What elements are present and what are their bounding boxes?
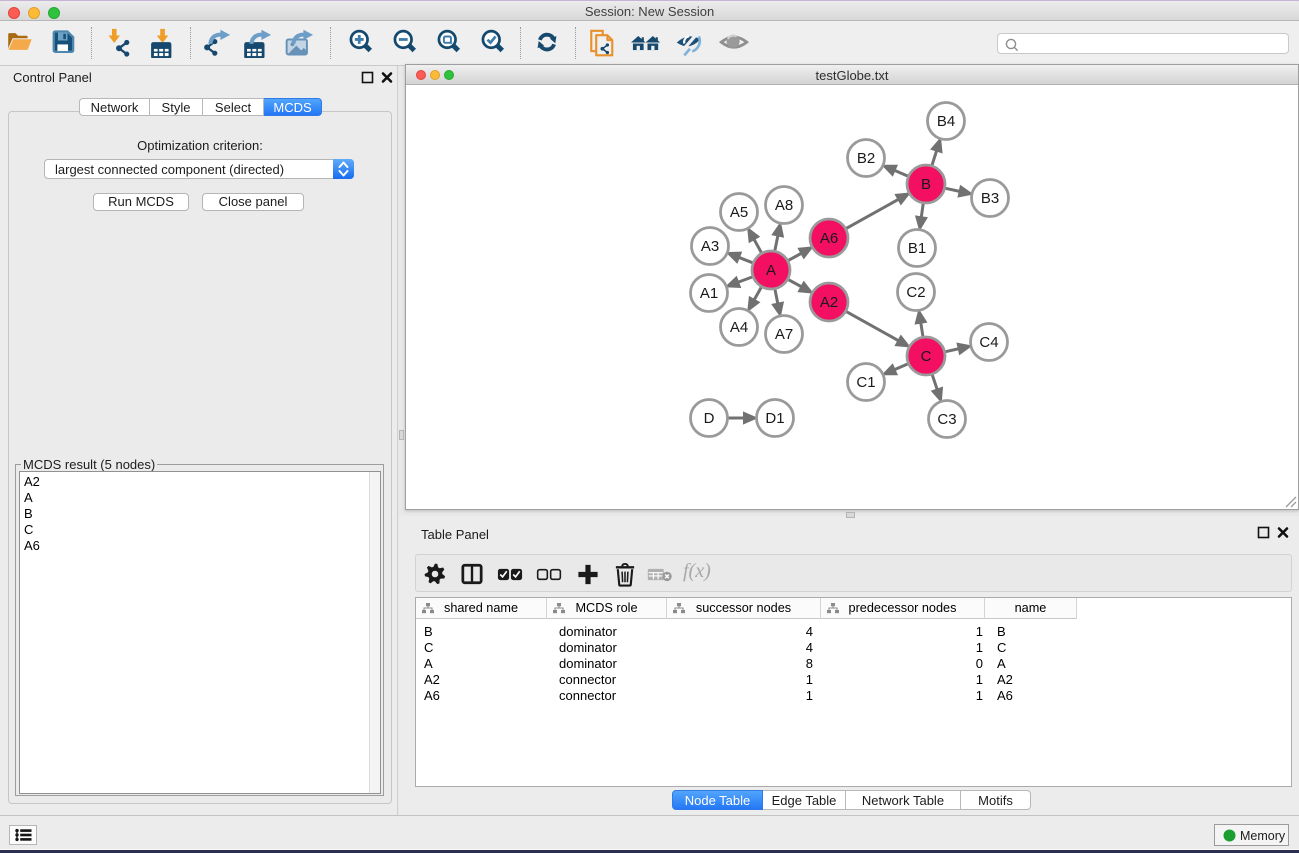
svg-text:C: C xyxy=(921,348,932,365)
svg-text:A: A xyxy=(766,262,776,279)
svg-text:A6: A6 xyxy=(820,230,838,247)
svg-text:C1: C1 xyxy=(856,374,875,391)
svg-text:A5: A5 xyxy=(730,204,748,221)
svg-text:B2: B2 xyxy=(857,150,875,167)
svg-text:D1: D1 xyxy=(765,410,784,427)
svg-text:A4: A4 xyxy=(730,319,748,336)
svg-text:C3: C3 xyxy=(937,411,956,428)
svg-text:A1: A1 xyxy=(700,285,718,302)
svg-text:A3: A3 xyxy=(701,238,719,255)
svg-text:A7: A7 xyxy=(775,326,793,343)
svg-text:B4: B4 xyxy=(937,113,955,130)
svg-text:C4: C4 xyxy=(979,334,998,351)
svg-text:A8: A8 xyxy=(775,197,793,214)
svg-text:A2: A2 xyxy=(820,294,838,311)
svg-text:B: B xyxy=(921,176,931,193)
svg-text:C2: C2 xyxy=(906,284,925,301)
svg-text:B3: B3 xyxy=(981,190,999,207)
svg-text:B1: B1 xyxy=(908,240,926,257)
svg-text:D: D xyxy=(704,410,715,427)
